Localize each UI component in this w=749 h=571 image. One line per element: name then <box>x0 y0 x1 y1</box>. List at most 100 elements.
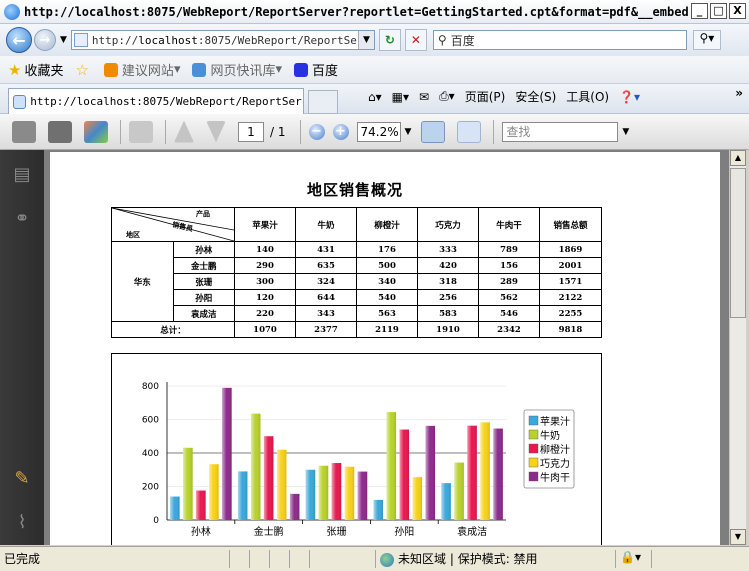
value-cell: 644 <box>295 289 357 306</box>
bar-highlight <box>386 412 397 520</box>
page-number-input[interactable]: 1 <box>238 121 264 142</box>
globe-icon <box>380 552 394 567</box>
total-cell: 1070 <box>234 321 296 338</box>
fav-item-suggested[interactable]: 建议网站 ▾ <box>103 60 180 79</box>
pdf-side-rail: ▤ ⚭ ✎ ⌇ <box>0 150 44 545</box>
bar-highlight <box>331 463 342 520</box>
security-zone[interactable]: 未知区域 | 保护模式: 禁用 <box>376 550 616 568</box>
zoom-out-icon[interactable]: − <box>308 123 325 140</box>
suggested-sites-icon <box>103 62 118 77</box>
bar-highlight <box>441 483 451 520</box>
value-cell: 1571 <box>539 273 602 290</box>
value-cell: 343 <box>295 305 357 322</box>
report-title: 地区销售概况 <box>306 181 403 199</box>
sales-chart: 0 200 400 600 800 孙林 金士鹏 张珊 孙阳 袁成洁 苹果汁 牛奶 柳橙汁 巧克力 牛肉干 <box>111 353 602 545</box>
minimize-button[interactable]: _ <box>691 3 708 19</box>
bar-highlight <box>480 422 490 520</box>
print-pdf-icon[interactable] <box>12 120 36 143</box>
bar-highlight <box>425 425 436 520</box>
stop-icon[interactable]: ✕ <box>404 29 427 51</box>
scroll-down-button[interactable]: ▼ <box>730 529 746 545</box>
favorites-button[interactable]: ★ 收藏夹 <box>8 60 63 80</box>
table-corner-header: 产品 销售员 地区 <box>111 207 235 242</box>
value-cell: 546 <box>478 305 540 322</box>
search-input[interactable]: ⚲ 百度 <box>432 30 687 50</box>
prev-page-icon[interactable] <box>174 120 194 143</box>
fit-page-icon[interactable] <box>457 120 482 143</box>
bar-highlight <box>170 496 180 520</box>
add-star-icon: ☆ <box>75 60 89 79</box>
value-cell: 2001 <box>539 257 602 274</box>
save-icon[interactable] <box>48 120 72 143</box>
back-button[interactable]: ← <box>6 27 32 53</box>
help-icon[interactable]: ❓▾ <box>619 90 640 104</box>
page-menu[interactable]: 页面(P) <box>465 88 506 105</box>
new-tab-button[interactable] <box>308 90 338 114</box>
refresh-icon[interactable]: ↻ <box>378 29 401 51</box>
maximize-button[interactable]: □ <box>710 3 727 19</box>
find-input[interactable]: 查找 <box>502 121 619 142</box>
value-cell: 420 <box>417 257 479 274</box>
value-cell: 140 <box>234 241 296 258</box>
mail-icon[interactable]: ✉ <box>419 90 429 104</box>
total-cell: 1910 <box>417 321 479 338</box>
vertical-scrollbar[interactable]: ▲ ▼ <box>729 150 746 545</box>
address-bar[interactable]: http://localhost:8075/WebReport/ReportSe… <box>70 30 375 50</box>
tools-menu[interactable]: 工具(O) <box>566 88 609 105</box>
history-dropdown-icon[interactable]: ▼ <box>60 35 67 45</box>
zoom-in-icon[interactable]: + <box>332 123 349 140</box>
add-favorite-button[interactable]: ☆ <box>75 61 91 79</box>
comment-icon[interactable] <box>129 120 153 143</box>
bar-highlight <box>318 465 329 520</box>
status-slot <box>250 550 270 568</box>
comments-panel-icon[interactable]: ✎ <box>11 468 33 490</box>
column-header: 牛奶 <box>295 207 357 242</box>
fav-item-webslice[interactable]: 网页快讯库 ▾ <box>192 60 282 79</box>
address-dropdown-icon[interactable]: ▼ <box>357 31 374 49</box>
scroll-up-button[interactable]: ▲ <box>730 150 746 166</box>
value-cell: 340 <box>356 273 418 290</box>
zoom-level-control[interactable]: 🔒▾ <box>616 550 652 568</box>
total-cell: 9818 <box>539 321 602 338</box>
fav-item-baidu[interactable]: 百度 <box>294 60 338 79</box>
paperclip-icon[interactable]: ⌇ <box>11 512 33 534</box>
status-slot <box>290 550 310 568</box>
scroll-thumb[interactable] <box>730 168 746 318</box>
close-button[interactable]: X <box>729 3 746 19</box>
safety-menu[interactable]: 安全(S) <box>515 88 556 105</box>
bar-highlight <box>305 469 316 520</box>
x-tick-label: 孙林 <box>191 525 211 538</box>
pages-panel-icon[interactable]: ▤ <box>11 164 33 186</box>
total-label: 总计： <box>111 321 235 338</box>
address-toolbar: ← → ▼ http://localhost:8075/WebReport/Re… <box>0 24 749 56</box>
more-commands-icon[interactable]: » <box>735 86 743 100</box>
total-cell: 2377 <box>295 321 357 338</box>
forward-button[interactable]: → <box>34 29 56 51</box>
corner-label-product: 产品 <box>196 209 210 218</box>
feeds-icon[interactable]: ▦▾ <box>392 90 409 104</box>
share-icon[interactable] <box>84 120 108 143</box>
legend-swatch <box>528 457 539 468</box>
pdf-document-area[interactable]: 地区销售概况 产品 销售员 地区 苹果汁 牛奶 柳橙汁 巧克力 牛肉干 销售总额… <box>44 150 729 545</box>
find-dropdown-icon[interactable]: ▼ <box>622 127 629 137</box>
tab-report[interactable]: http://localhost:8075/WebReport/ReportSe… <box>8 88 304 114</box>
fit-width-icon[interactable] <box>421 120 446 143</box>
search-go-button[interactable]: ⚲▾ <box>692 30 721 50</box>
attachments-panel-icon[interactable]: ⚭ <box>11 208 33 230</box>
value-cell: 300 <box>234 273 296 290</box>
total-row: 总计： 1070 2377 2119 1910 2342 9818 <box>111 321 602 338</box>
zoom-dropdown-icon[interactable]: ▼ <box>405 127 412 137</box>
print-icon[interactable]: ⎙▾ <box>439 89 455 104</box>
value-cell: 2122 <box>539 289 602 306</box>
next-page-icon[interactable] <box>206 120 226 143</box>
status-slot <box>270 550 290 568</box>
zoom-input[interactable]: 74.2% <box>356 121 401 142</box>
pdf-page: 地区销售概况 产品 销售员 地区 苹果汁 牛奶 柳橙汁 巧克力 牛肉干 销售总额… <box>50 152 720 545</box>
star-icon: ★ <box>8 60 22 79</box>
address-url[interactable]: http://localhost:8075/WebReport/ReportSe… <box>92 34 358 47</box>
bar-highlight <box>196 490 206 520</box>
home-icon[interactable]: ⌂▾ <box>368 90 382 104</box>
value-cell: 290 <box>234 257 296 274</box>
legend-swatch <box>528 429 539 440</box>
window-controls: _ □ X <box>691 3 746 19</box>
